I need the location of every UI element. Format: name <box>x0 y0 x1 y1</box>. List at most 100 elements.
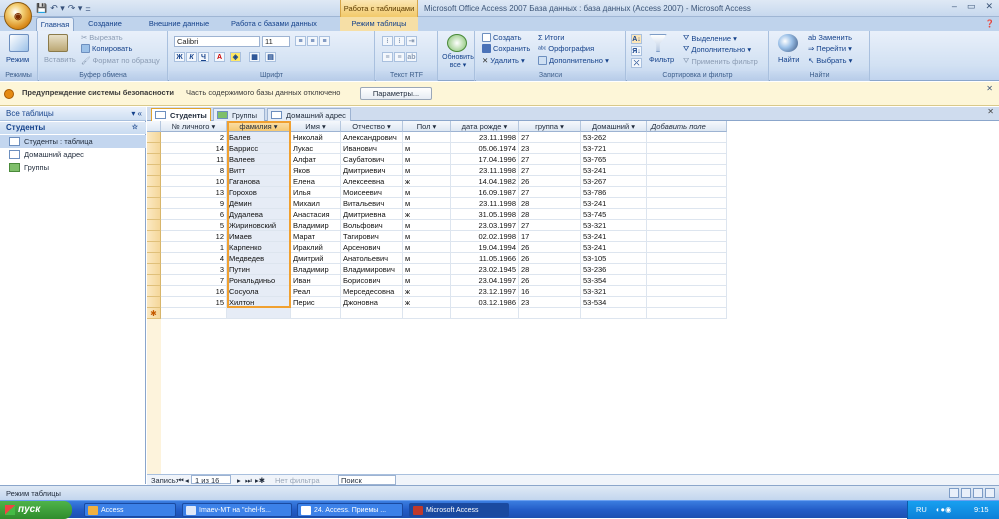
table-cell[interactable]: Дмитрий <box>291 253 341 264</box>
table-cell[interactable]: 12 <box>161 231 227 242</box>
table-cell[interactable]: 5 <box>161 220 227 231</box>
redo-icon[interactable]: ↷ ▾ <box>68 3 83 14</box>
table-cell[interactable]: м <box>403 275 451 286</box>
table-cell[interactable]: Илья <box>291 187 341 198</box>
view-button[interactable]: Режим <box>6 55 29 64</box>
table-cell[interactable]: Имаев <box>227 231 291 242</box>
table-cell[interactable]: Алфат <box>291 154 341 165</box>
table-cell[interactable]: Вольфович <box>341 220 403 231</box>
table-cell[interactable]: м <box>403 242 451 253</box>
table-cell[interactable]: 7 <box>161 275 227 286</box>
table-cell[interactable]: 53-262 <box>581 132 647 143</box>
table-cell[interactable]: 53-534 <box>581 297 647 308</box>
doc-tab-home-address[interactable]: Домашний адрес <box>267 108 351 121</box>
column-header[interactable]: фамилия ▾ <box>227 121 291 132</box>
table-cell[interactable]: 14.04.1982 <box>451 176 519 187</box>
toggle-filter-button[interactable]: ⛛ Применить фильтр <box>683 56 758 66</box>
align-right-icon[interactable]: ≡ <box>319 36 330 46</box>
column-header[interactable]: Отчество ▾ <box>341 121 403 132</box>
language-indicator[interactable]: RU <box>916 501 927 519</box>
new-record-cell[interactable] <box>227 308 291 319</box>
table-cell[interactable]: 9 <box>161 198 227 209</box>
table-cell[interactable]: м <box>403 187 451 198</box>
table-cell[interactable]: 23.11.1998 <box>451 165 519 176</box>
save-icon[interactable]: 💾 <box>36 3 47 14</box>
tray-icons[interactable]: ◐●◉ <box>936 501 952 519</box>
table-cell[interactable] <box>647 132 727 143</box>
table-cell[interactable]: Гаганова <box>227 176 291 187</box>
table-cell[interactable]: 23.04.1997 <box>451 275 519 286</box>
row-selector[interactable] <box>147 154 161 165</box>
table-cell[interactable]: Рональдиньо <box>227 275 291 286</box>
table-cell[interactable]: 27 <box>519 132 581 143</box>
tab-home[interactable]: Главная <box>36 17 74 31</box>
table-cell[interactable]: Иван <box>291 275 341 286</box>
table-cell[interactable]: 53-721 <box>581 143 647 154</box>
underline-icon[interactable]: Ч <box>198 52 209 62</box>
datasheet-view-icon[interactable] <box>949 488 959 498</box>
table-cell[interactable]: ж <box>403 209 451 220</box>
row-selector[interactable] <box>147 264 161 275</box>
table-cell[interactable]: 16 <box>519 286 581 297</box>
column-header[interactable]: Пол ▾ <box>403 121 451 132</box>
table-cell[interactable] <box>647 143 727 154</box>
tab-external-data[interactable]: Внешние данные <box>140 17 218 31</box>
tab-create[interactable]: Создание <box>80 17 130 31</box>
table-cell[interactable]: 53-241 <box>581 198 647 209</box>
bullets-icon[interactable]: ⁝ <box>382 36 393 46</box>
table-cell[interactable]: Владимирович <box>341 264 403 275</box>
table-cell[interactable]: м <box>403 132 451 143</box>
table-cell[interactable]: Анатольевич <box>341 253 403 264</box>
new-record-cell[interactable] <box>519 308 581 319</box>
selection-button[interactable]: ⛛ Выделение ▾ <box>683 33 737 43</box>
table-cell[interactable]: 23 <box>519 143 581 154</box>
table-cell[interactable] <box>647 297 727 308</box>
row-selector[interactable] <box>147 143 161 154</box>
nav-item-home-address[interactable]: Домашний адрес <box>0 148 146 161</box>
table-cell[interactable]: 27 <box>519 220 581 231</box>
table-cell[interactable]: 1 <box>161 242 227 253</box>
table-cell[interactable] <box>647 220 727 231</box>
table-cell[interactable]: ж <box>403 286 451 297</box>
row-selector[interactable] <box>147 198 161 209</box>
table-cell[interactable]: 53-786 <box>581 187 647 198</box>
table-cell[interactable]: Дёмин <box>227 198 291 209</box>
table-cell[interactable]: Александрович <box>341 132 403 143</box>
table-cell[interactable]: 19.04.1994 <box>451 242 519 253</box>
table-cell[interactable]: Мерседесовна <box>341 286 403 297</box>
table-cell[interactable]: Баррисс <box>227 143 291 154</box>
alt-fill-icon[interactable]: ▤ <box>265 52 276 62</box>
table-cell[interactable]: Владимир <box>291 220 341 231</box>
table-cell[interactable]: Тагирович <box>341 231 403 242</box>
column-header[interactable]: дата рожде ▾ <box>451 121 519 132</box>
table-cell[interactable]: Сосуола <box>227 286 291 297</box>
close-icon[interactable]: ✕ <box>986 84 993 93</box>
table-cell[interactable]: Иванович <box>341 143 403 154</box>
table-cell[interactable]: Дудалева <box>227 209 291 220</box>
taskbar-item[interactable]: Access <box>84 503 176 517</box>
sort-asc-icon[interactable]: A↓ <box>631 34 642 44</box>
table-cell[interactable] <box>647 231 727 242</box>
copy-button[interactable]: Копировать <box>81 44 132 53</box>
table-cell[interactable]: Витальевич <box>341 198 403 209</box>
table-cell[interactable]: м <box>403 231 451 242</box>
table-cell[interactable]: Путин <box>227 264 291 275</box>
table-cell[interactable]: 17.04.1996 <box>451 154 519 165</box>
table-cell[interactable]: ж <box>403 176 451 187</box>
find-button[interactable]: Найти <box>778 55 799 64</box>
table-cell[interactable] <box>647 242 727 253</box>
table-cell[interactable]: Джоновна <box>341 297 403 308</box>
maximize-icon[interactable]: ▭ <box>967 1 976 12</box>
table-cell[interactable]: 4 <box>161 253 227 264</box>
gridlines-icon[interactable]: ▦ <box>249 52 260 62</box>
table-cell[interactable]: 26 <box>519 242 581 253</box>
new-record-cell[interactable] <box>341 308 403 319</box>
security-options-button[interactable]: Параметры... <box>360 87 432 100</box>
new-record-cell[interactable] <box>451 308 519 319</box>
table-cell[interactable]: 53-321 <box>581 220 647 231</box>
new-record-cell[interactable] <box>161 308 227 319</box>
table-cell[interactable]: Моисеевич <box>341 187 403 198</box>
table-cell[interactable]: 11 <box>161 154 227 165</box>
table-cell[interactable]: м <box>403 154 451 165</box>
pivot-chart-view-icon[interactable] <box>973 488 983 498</box>
